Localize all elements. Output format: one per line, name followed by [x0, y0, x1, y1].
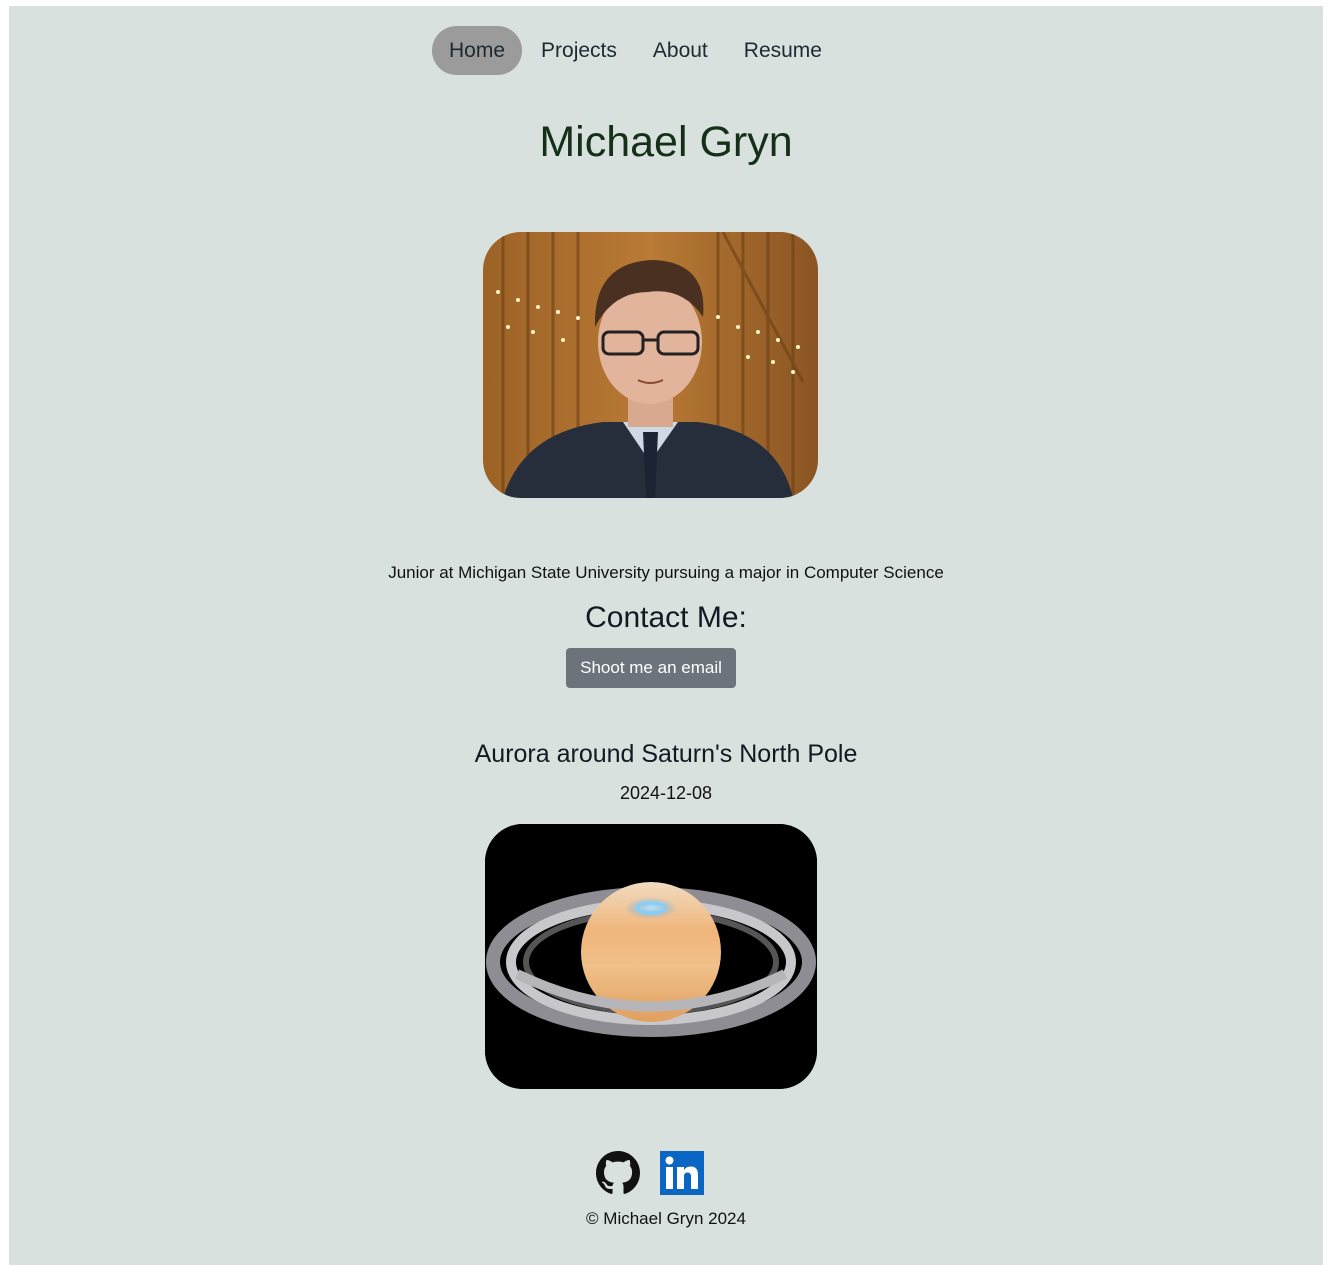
email-button[interactable]: Shoot me an email [566, 648, 736, 688]
apod-image [485, 824, 817, 1089]
copyright: © Michael Gryn 2024 [586, 1209, 746, 1228]
page: Home Projects About Resume Michael Gryn [9, 6, 1323, 1265]
nav-home[interactable]: Home [432, 26, 523, 75]
apod-title: Aurora around Saturn's North Pole [474, 740, 858, 768]
social-links [596, 1151, 704, 1200]
profile-tagline: Junior at Michigan State University purs… [388, 563, 944, 582]
saturn-image [485, 824, 817, 1089]
page-title: Michael Gryn [539, 118, 793, 166]
github-icon[interactable] [596, 1151, 640, 1200]
contact-heading: Contact Me: [585, 601, 747, 634]
profile-photo [483, 232, 818, 498]
apod-date: 2024-12-08 [619, 783, 713, 803]
top-nav: Home Projects About Resume [432, 26, 839, 75]
linkedin-icon[interactable] [660, 1151, 704, 1200]
nav-about[interactable]: About [636, 26, 725, 75]
nav-resume[interactable]: Resume [727, 26, 839, 75]
profile-photo-image [483, 232, 818, 498]
nav-projects[interactable]: Projects [524, 26, 634, 75]
